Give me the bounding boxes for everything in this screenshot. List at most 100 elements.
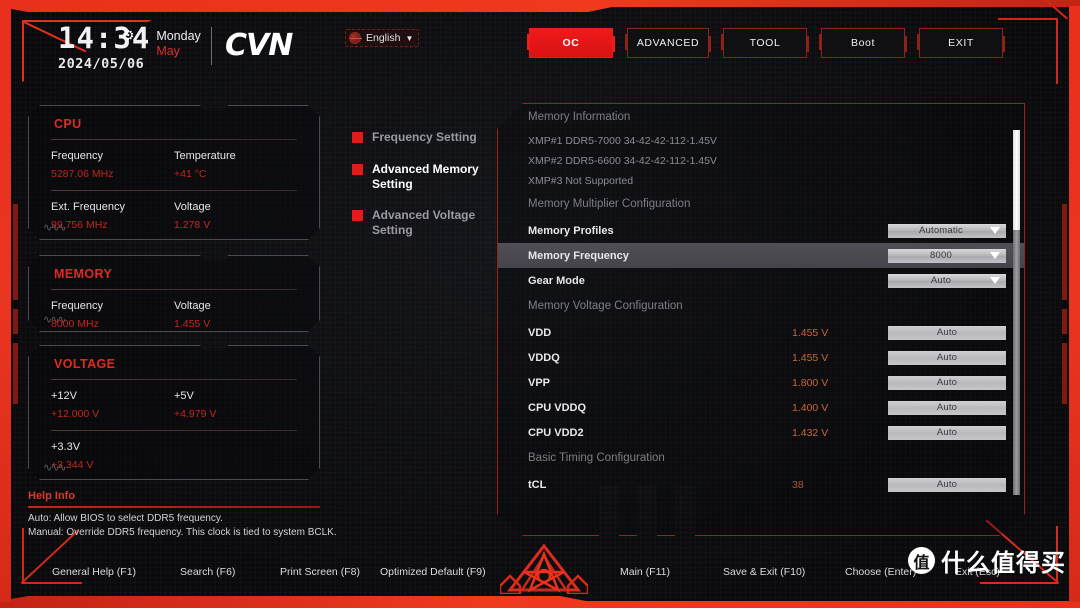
watermark-text: 什么值得买 [941, 549, 1066, 577]
shortcut-choose[interactable]: Choose (Enter) [845, 566, 916, 578]
voltage-12v-label: +12V [51, 390, 77, 402]
row-label: CPU VDDQ [528, 401, 587, 414]
gear-icon: ⚙ [122, 27, 135, 43]
memory-profiles-dropdown[interactable]: Automatic [888, 223, 1006, 238]
divider [28, 506, 320, 508]
cpu-voltage-label: Voltage [174, 201, 211, 213]
corner-decoration-top-right [998, 18, 1058, 84]
divider [51, 240, 297, 241]
vpp-input[interactable]: Auto [888, 375, 1006, 390]
frame-top-edge [0, 0, 1080, 12]
bullet-icon [352, 210, 363, 222]
voltage-5v-value: +4.979 V [174, 408, 217, 420]
field-value: Auto [936, 402, 958, 413]
row-current-value: 1.432 V [792, 426, 829, 439]
xmp-profile-3: XMP#3 Not Supported [528, 175, 634, 187]
chevron-down-icon: ▼ [405, 33, 414, 43]
memory-info-panel: MEMORY Frequency 8000 MHz Voltage 1.455 … [28, 255, 320, 332]
memory-frequency-label: Frequency [51, 300, 103, 312]
help-info-line-1: Auto: Allow BIOS to select DDR5 frequenc… [28, 513, 223, 524]
settings-list: Memory Information XMP#1 DDR5-7000 34-42… [498, 104, 1024, 499]
row-cpu-vdd2[interactable]: CPU VDD2 1.432 V Auto [498, 420, 1024, 445]
chevron-down-icon [990, 276, 1000, 284]
chevron-down-icon [990, 251, 1000, 259]
memory-frequency-dropdown[interactable]: 8000 [888, 248, 1006, 263]
shortcut-general-help[interactable]: General Help (F1) [52, 566, 136, 578]
shortcut-optimized-default[interactable]: Optimized Default (F9) [380, 566, 486, 578]
settings-scrollbar[interactable] [1013, 130, 1020, 495]
field-value: Auto [936, 352, 958, 363]
row-gear-mode[interactable]: Gear Mode Auto [498, 268, 1024, 293]
memory-voltage-value: 1.455 V [174, 318, 211, 330]
panel-zigzag-decoration: ∿∿∿ [43, 461, 65, 474]
tab-exit[interactable]: EXIT [917, 28, 1005, 58]
row-current-value: 1.455 V [792, 351, 829, 364]
field-value: Auto [936, 377, 958, 388]
row-vddq[interactable]: VDDQ 1.455 V Auto [498, 345, 1024, 370]
row-label: VPP [528, 376, 551, 389]
clock-date: 2024/05/06 [58, 56, 145, 72]
header-divider [211, 27, 212, 65]
tab-tool[interactable]: TOOL [721, 28, 809, 58]
clock-time: 14:34 [58, 21, 151, 55]
tcl-input[interactable]: Auto [888, 477, 1006, 492]
row-memory-profiles[interactable]: Memory Profiles Automatic [498, 218, 1024, 243]
voltage-33v-label: +3.3V [51, 441, 81, 453]
row-label: Gear Mode [528, 274, 585, 287]
nav-item-frequency-setting[interactable]: Frequency Setting [352, 130, 502, 145]
row-current-value: 1.800 V [792, 376, 829, 389]
row-trcd[interactable]: tRCD 48 Auto [498, 497, 1024, 499]
bullet-icon [352, 132, 363, 143]
help-info-title: Help Info [28, 490, 76, 502]
row-memory-frequency[interactable]: Memory Frequency 8000 [498, 243, 1024, 268]
shortcut-save-exit[interactable]: Save & Exit (F10) [723, 566, 805, 578]
vddq-input[interactable]: Auto [888, 350, 1006, 365]
frame-left-edge [0, 6, 11, 602]
nav-item-advanced-voltage-setting[interactable]: Advanced Voltage Setting [352, 208, 502, 238]
cpu-vddq-input[interactable]: Auto [888, 400, 1006, 415]
memory-voltage-label: Voltage [174, 300, 211, 312]
row-vdd[interactable]: VDD 1.455 V Auto [498, 320, 1024, 345]
row-label: Memory Frequency [528, 249, 629, 262]
section-memory-voltage-configuration: Memory Voltage Configuration [528, 300, 683, 312]
voltage-info-panel: VOLTAGE +12V +12.000 V +5V +4.979 V +3.3… [28, 345, 320, 480]
field-value: Auto [936, 479, 958, 490]
nav-label: Frequency Setting [372, 130, 477, 144]
memory-panel-title: MEMORY [54, 267, 113, 281]
tab-oc[interactable]: OC [527, 28, 615, 58]
row-vpp[interactable]: VPP 1.800 V Auto [498, 370, 1024, 395]
row-label: tCL [528, 478, 547, 491]
watermark: 值 什么值得买 [908, 543, 1066, 578]
clock-month: May [156, 44, 180, 59]
frame-left-accent [13, 204, 18, 404]
brand-logo: CVN [225, 28, 293, 63]
panel-zigzag-decoration: ∿∿∿ [43, 313, 65, 326]
cpu-vdd2-input[interactable]: Auto [888, 425, 1006, 440]
field-value: Auto [936, 427, 958, 438]
row-cpu-vddq[interactable]: CPU VDDQ 1.400 V Auto [498, 395, 1024, 420]
xmp-profile-2: XMP#2 DDR5-6600 34-42-42-112-1.45V [528, 155, 717, 167]
row-tcl[interactable]: tCL 38 Auto [498, 472, 1024, 497]
row-label: CPU VDD2 [528, 426, 584, 439]
cpu-frequency-label: Frequency [51, 150, 103, 162]
section-basic-timing-configuration: Basic Timing Configuration [528, 452, 665, 464]
shortcut-main[interactable]: Main (F11) [620, 566, 670, 578]
cpu-ext-frequency-value: 99.756 MHz [51, 219, 108, 231]
cvn-star-emblem [500, 543, 588, 594]
gear-mode-dropdown[interactable]: Auto [888, 273, 1006, 288]
vdd-input[interactable]: Auto [888, 325, 1006, 340]
tab-boot[interactable]: Boot [819, 28, 907, 58]
scrollbar-thumb[interactable] [1013, 130, 1020, 230]
row-current-value: 1.400 V [792, 401, 829, 414]
dropdown-value: Auto [930, 275, 952, 286]
shortcut-print-screen[interactable]: Print Screen (F8) [280, 566, 360, 578]
tab-advanced[interactable]: ADVANCED [625, 28, 711, 58]
shortcut-search[interactable]: Search (F6) [180, 566, 235, 578]
watermark-badge: 值 [908, 547, 935, 574]
language-selector[interactable]: English ▼ [345, 29, 420, 47]
globe-icon [349, 32, 362, 44]
row-current-value: 1.455 V [792, 326, 829, 339]
cpu-info-panel: CPU Frequency 5287.06 MHz Temperature +4… [28, 105, 320, 240]
dropdown-value: 8000 [930, 250, 952, 261]
nav-item-advanced-memory-setting[interactable]: Advanced Memory Setting [352, 162, 502, 192]
